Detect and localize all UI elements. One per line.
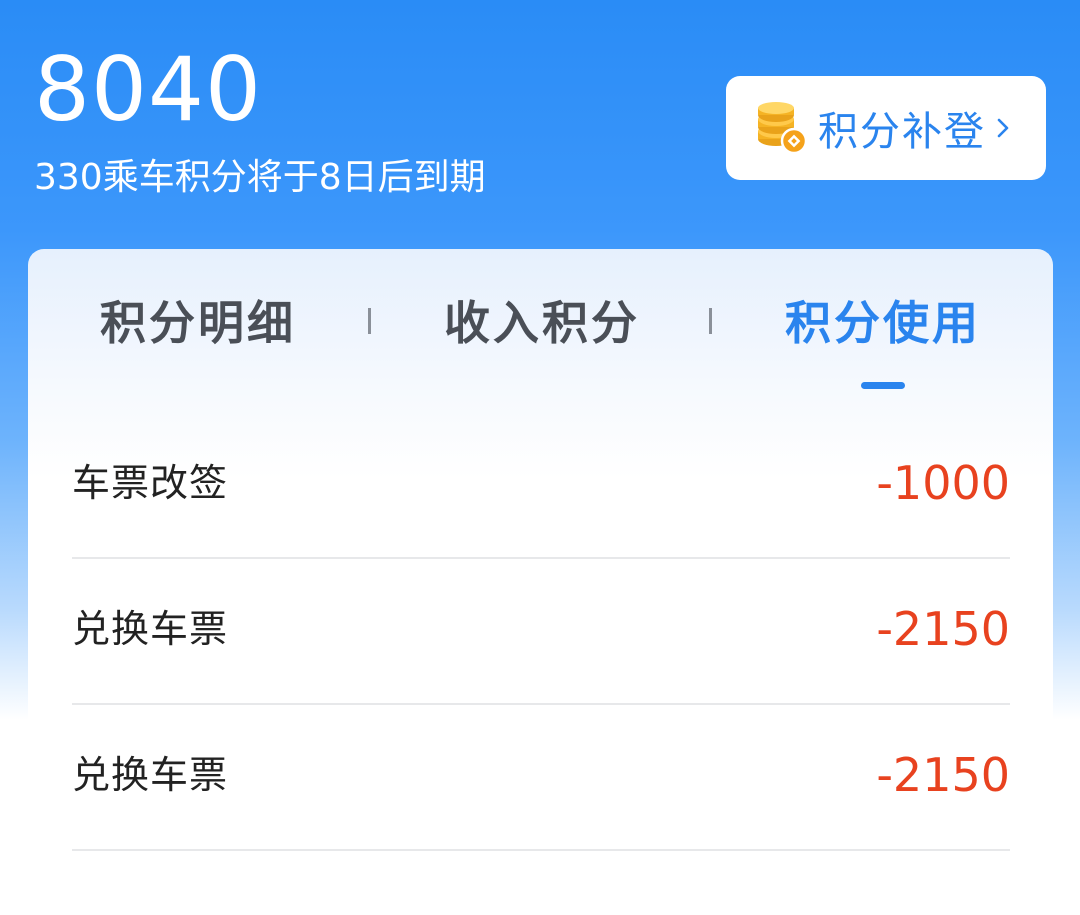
usage-list: 车票改签 -1000 兑换车票 -2150 兑换车票 -2150 (72, 413, 1010, 851)
record-title: 兑换车票 (72, 607, 229, 651)
active-tab-indicator (861, 382, 905, 389)
tab-separator (368, 308, 371, 334)
list-item[interactable]: 车票改签 -1000 (72, 413, 1010, 559)
points-balance: 8040 (34, 38, 262, 141)
tab-points-detail[interactable]: 积分明细 (100, 291, 296, 355)
tab-points-usage[interactable]: 积分使用 (785, 291, 981, 355)
expire-note: 330乘车积分将于8日后到期 (34, 157, 486, 198)
record-title: 兑换车票 (72, 753, 229, 797)
record-title: 车票改签 (72, 461, 229, 505)
record-amount: -1000 (876, 456, 1010, 510)
points-supplement-button[interactable]: 积分补登 (726, 76, 1046, 180)
record-amount: -2150 (876, 602, 1010, 656)
list-item[interactable]: 兑换车票 -2150 (72, 559, 1010, 705)
tab-bar: 积分明细 收入积分 积分使用 (28, 249, 1053, 399)
points-card: 积分明细 收入积分 积分使用 车票改签 -1000 兑换车票 -2150 兑换车… (28, 249, 1053, 915)
record-amount: -2150 (876, 748, 1010, 802)
tab-separator (709, 308, 712, 334)
list-item[interactable]: 兑换车票 -2150 (72, 705, 1010, 851)
points-supplement-label: 积分补登 (818, 109, 986, 155)
tab-income-points[interactable]: 收入积分 (444, 291, 640, 355)
coin-stack-icon (758, 102, 808, 155)
chevron-right-icon (997, 118, 1009, 138)
